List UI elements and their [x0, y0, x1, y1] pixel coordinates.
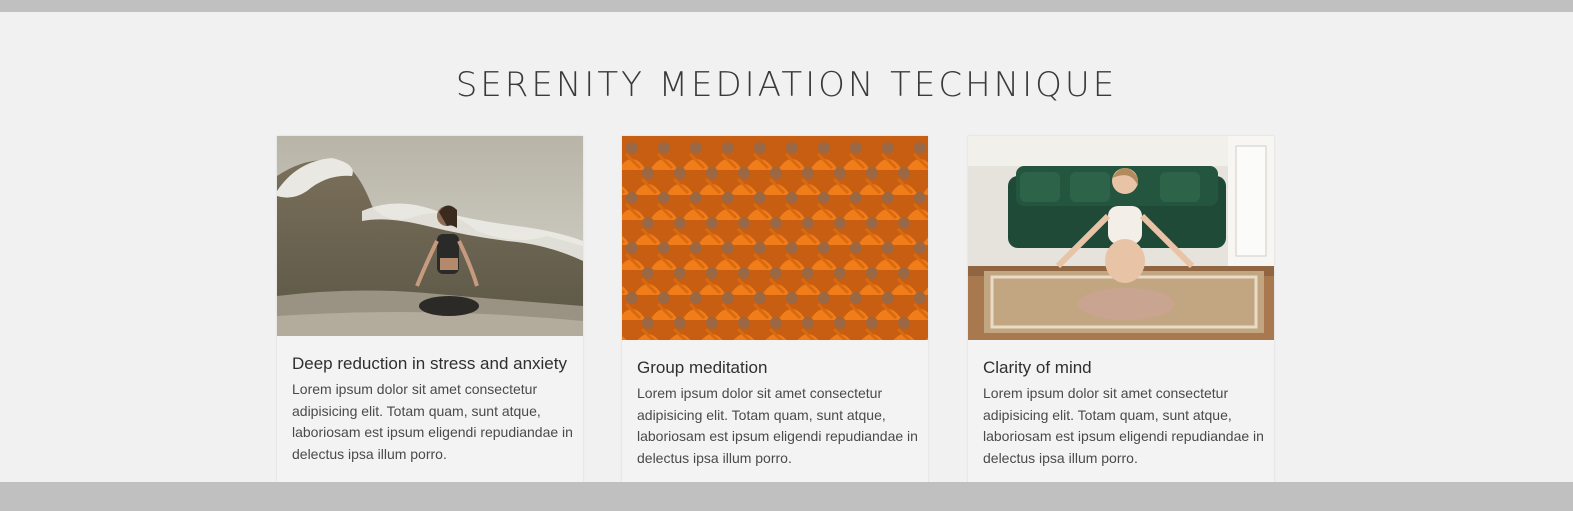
card-text: Lorem ipsum dolor sit amet consectetur a… — [637, 385, 918, 466]
woman-meditating-living-room-photo — [968, 136, 1274, 340]
card-stress-reduction[interactable]: Deep reduction in stress and anxiety Lor… — [277, 136, 583, 482]
meditation-section: SERENITY MEDIATION TECHNIQUE Deep reduct… — [0, 12, 1573, 482]
card-group-meditation[interactable]: Group meditation Lorem ipsum dolor sit a… — [622, 136, 928, 482]
card-text: Lorem ipsum dolor sit amet consectetur a… — [983, 385, 1264, 466]
mountain-yoga-photo — [277, 136, 583, 336]
card-image — [968, 136, 1274, 340]
section-title: SERENITY MEDIATION TECHNIQUE — [455, 65, 1118, 105]
card-image — [622, 136, 928, 340]
card-title: Group meditation — [637, 358, 768, 377]
card-text: Lorem ipsum dolor sit amet consectetur a… — [292, 381, 573, 462]
card-title: Deep reduction in stress and anxiety — [292, 354, 567, 373]
card-clarity-of-mind[interactable]: Clarity of mind Lorem ipsum dolor sit am… — [968, 136, 1274, 482]
monks-meditating-photo — [622, 136, 928, 340]
card-title: Clarity of mind — [983, 358, 1092, 377]
card-image — [277, 136, 583, 336]
